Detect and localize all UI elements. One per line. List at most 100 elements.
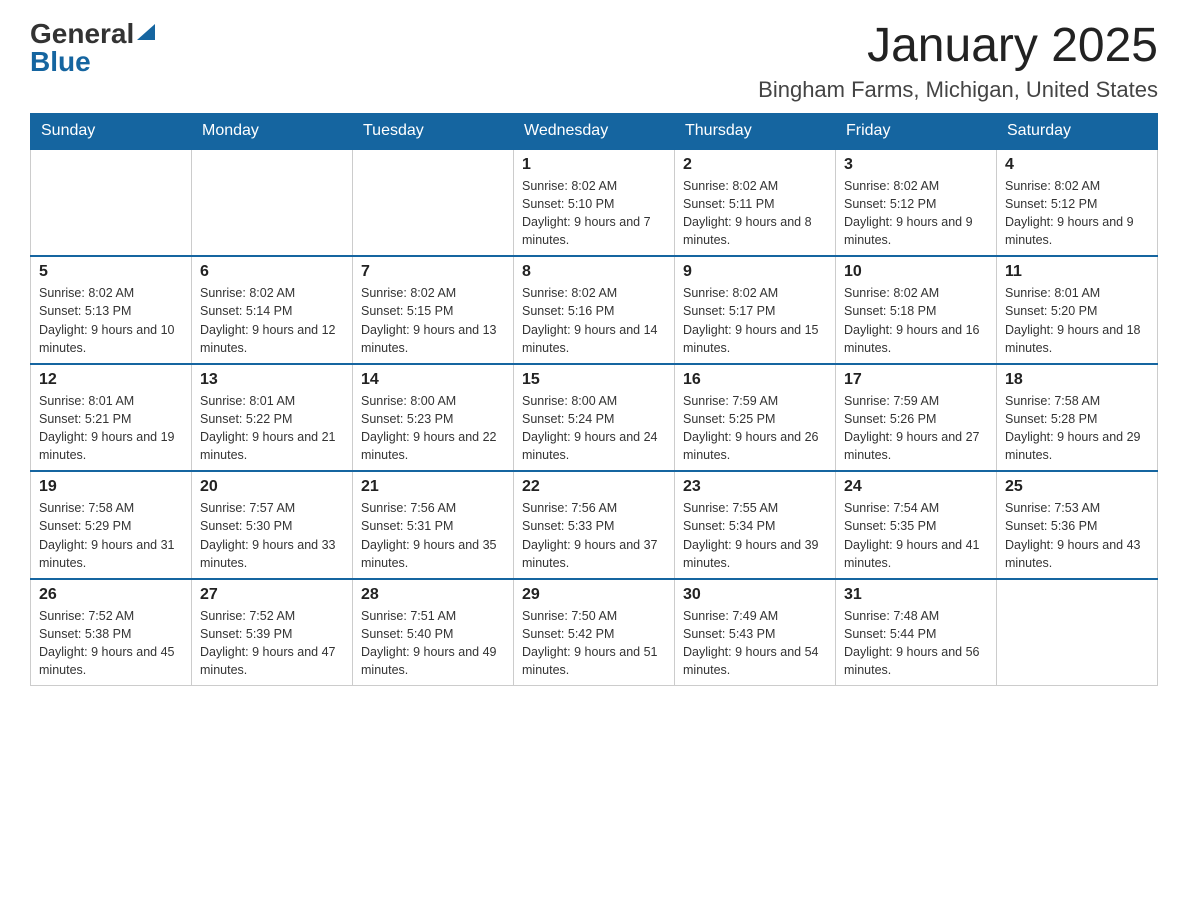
table-row: 10Sunrise: 8:02 AMSunset: 5:18 PMDayligh… — [836, 256, 997, 364]
table-row: 26 Sunrise: 7:52 AMSunset: 5:38 PMDayligh… — [31, 579, 192, 686]
col-saturday: Saturday — [997, 113, 1158, 149]
table-row: 12 Sunrise: 8:01 AMSunset: 5:21 PMDayligh… — [31, 364, 192, 472]
day-number: 20 — [200, 478, 344, 496]
table-row: 1 Sunrise: 8:02 AMSunset: 5:10 PMDaylight… — [514, 149, 675, 257]
day-number: 28 — [361, 586, 505, 604]
day-number: 24 — [844, 478, 988, 496]
day-info: Sunrise: 7:50 AMSunset: 5:42 PMDaylight:… — [522, 607, 666, 680]
table-row: 16 Sunrise: 7:59 AMSunset: 5:25 PMDayligh… — [675, 364, 836, 472]
col-wednesday: Wednesday — [514, 113, 675, 149]
day-number: 31 — [844, 586, 988, 604]
table-row: 21 Sunrise: 7:56 AMSunset: 5:31 PMDayligh… — [353, 471, 514, 579]
day-info: Sunrise: 8:01 AMSunset: 5:21 PMDaylight:… — [39, 392, 183, 465]
day-number: 1 — [522, 156, 666, 174]
table-row: 8 Sunrise: 8:02 AMSunset: 5:16 PMDaylight… — [514, 256, 675, 364]
day-info: Sunrise: 7:52 AMSunset: 5:38 PMDaylight:… — [39, 607, 183, 680]
table-row: 6Sunrise: 8:02 AMSunset: 5:14 PMDaylight… — [192, 256, 353, 364]
col-friday: Friday — [836, 113, 997, 149]
day-number: 11 — [1005, 263, 1149, 281]
day-number: 9 — [683, 263, 827, 281]
day-number: 8 — [522, 263, 666, 281]
table-row: 14 Sunrise: 8:00 AMSunset: 5:23 PMDayligh… — [353, 364, 514, 472]
table-row: 28Sunrise: 7:51 AMSunset: 5:40 PMDayligh… — [353, 579, 514, 686]
day-info: Sunrise: 8:02 AMSunset: 5:16 PMDaylight:… — [522, 284, 666, 357]
table-row: 25 Sunrise: 7:53 AMSunset: 5:36 PMDayligh… — [997, 471, 1158, 579]
table-row — [31, 149, 192, 257]
day-info: Sunrise: 7:55 AMSunset: 5:34 PMDaylight:… — [683, 499, 827, 572]
table-row: 19Sunrise: 7:58 AMSunset: 5:29 PMDayligh… — [31, 471, 192, 579]
table-row: 20 Sunrise: 7:57 AMSunset: 5:30 PMDayligh… — [192, 471, 353, 579]
day-number: 14 — [361, 371, 505, 389]
col-sunday: Sunday — [31, 113, 192, 149]
table-row: 24 Sunrise: 7:54 AMSunset: 5:35 PMDayligh… — [836, 471, 997, 579]
day-info: Sunrise: 8:02 AMSunset: 5:13 PMDaylight:… — [39, 284, 183, 357]
col-thursday: Thursday — [675, 113, 836, 149]
day-info: Sunrise: 7:57 AMSunset: 5:30 PMDaylight:… — [200, 499, 344, 572]
table-row: 23 Sunrise: 7:55 AMSunset: 5:34 PMDayligh… — [675, 471, 836, 579]
day-number: 17 — [844, 371, 988, 389]
table-row: 18Sunrise: 7:58 AMSunset: 5:28 PMDayligh… — [997, 364, 1158, 472]
day-number: 5 — [39, 263, 183, 281]
logo-triangle-icon — [137, 24, 155, 40]
table-row: 30 Sunrise: 7:49 AMSunset: 5:43 PMDayligh… — [675, 579, 836, 686]
day-info: Sunrise: 8:00 AMSunset: 5:23 PMDaylight:… — [361, 392, 505, 465]
location-title: Bingham Farms, Michigan, United States — [758, 77, 1158, 103]
table-row: 4Sunrise: 8:02 AMSunset: 5:12 PMDaylight… — [997, 149, 1158, 257]
table-row: 29 Sunrise: 7:50 AMSunset: 5:42 PMDayligh… — [514, 579, 675, 686]
day-number: 16 — [683, 371, 827, 389]
day-number: 2 — [683, 156, 827, 174]
table-row: 17 Sunrise: 7:59 AMSunset: 5:26 PMDayligh… — [836, 364, 997, 472]
day-info: Sunrise: 7:56 AMSunset: 5:33 PMDaylight:… — [522, 499, 666, 572]
day-number: 15 — [522, 371, 666, 389]
day-number: 27 — [200, 586, 344, 604]
table-row: 7Sunrise: 8:02 AMSunset: 5:15 PMDaylight… — [353, 256, 514, 364]
day-number: 10 — [844, 263, 988, 281]
day-info: Sunrise: 8:02 AMSunset: 5:14 PMDaylight:… — [200, 284, 344, 357]
day-info: Sunrise: 8:01 AMSunset: 5:22 PMDaylight:… — [200, 392, 344, 465]
day-number: 23 — [683, 478, 827, 496]
day-info: Sunrise: 8:02 AMSunset: 5:12 PMDaylight:… — [1005, 177, 1149, 250]
col-tuesday: Tuesday — [353, 113, 514, 149]
calendar-week-row: 5 Sunrise: 8:02 AMSunset: 5:13 PMDaylight… — [31, 256, 1158, 364]
table-row: 11 Sunrise: 8:01 AMSunset: 5:20 PMDayligh… — [997, 256, 1158, 364]
day-info: Sunrise: 8:02 AMSunset: 5:10 PMDaylight:… — [522, 177, 666, 250]
table-row — [192, 149, 353, 257]
day-number: 21 — [361, 478, 505, 496]
day-info: Sunrise: 7:53 AMSunset: 5:36 PMDaylight:… — [1005, 499, 1149, 572]
calendar-header-row: Sunday Monday Tuesday Wednesday Thursday… — [31, 113, 1158, 149]
day-info: Sunrise: 7:59 AMSunset: 5:26 PMDaylight:… — [844, 392, 988, 465]
day-info: Sunrise: 8:02 AMSunset: 5:12 PMDaylight:… — [844, 177, 988, 250]
table-row: 9 Sunrise: 8:02 AMSunset: 5:17 PMDaylight… — [675, 256, 836, 364]
day-info: Sunrise: 7:54 AMSunset: 5:35 PMDaylight:… — [844, 499, 988, 572]
table-row: 27 Sunrise: 7:52 AMSunset: 5:39 PMDayligh… — [192, 579, 353, 686]
calendar-week-row: 12 Sunrise: 8:01 AMSunset: 5:21 PMDayligh… — [31, 364, 1158, 472]
day-info: Sunrise: 8:02 AMSunset: 5:17 PMDaylight:… — [683, 284, 827, 357]
day-number: 29 — [522, 586, 666, 604]
day-number: 13 — [200, 371, 344, 389]
logo-general: General — [30, 20, 134, 48]
day-info: Sunrise: 7:49 AMSunset: 5:43 PMDaylight:… — [683, 607, 827, 680]
table-row: 13 Sunrise: 8:01 AMSunset: 5:22 PMDayligh… — [192, 364, 353, 472]
day-number: 26 — [39, 586, 183, 604]
day-number: 12 — [39, 371, 183, 389]
table-row: 15Sunrise: 8:00 AMSunset: 5:24 PMDayligh… — [514, 364, 675, 472]
day-info: Sunrise: 7:52 AMSunset: 5:39 PMDaylight:… — [200, 607, 344, 680]
day-number: 7 — [361, 263, 505, 281]
day-info: Sunrise: 7:59 AMSunset: 5:25 PMDaylight:… — [683, 392, 827, 465]
calendar-week-row: 26 Sunrise: 7:52 AMSunset: 5:38 PMDayligh… — [31, 579, 1158, 686]
col-monday: Monday — [192, 113, 353, 149]
day-number: 18 — [1005, 371, 1149, 389]
calendar-week-row: 19Sunrise: 7:58 AMSunset: 5:29 PMDayligh… — [31, 471, 1158, 579]
day-number: 19 — [39, 478, 183, 496]
day-number: 22 — [522, 478, 666, 496]
day-info: Sunrise: 8:02 AMSunset: 5:11 PMDaylight:… — [683, 177, 827, 250]
day-number: 25 — [1005, 478, 1149, 496]
month-title: January 2025 — [758, 20, 1158, 73]
table-row: 5 Sunrise: 8:02 AMSunset: 5:13 PMDaylight… — [31, 256, 192, 364]
day-number: 30 — [683, 586, 827, 604]
table-row — [997, 579, 1158, 686]
day-info: Sunrise: 7:56 AMSunset: 5:31 PMDaylight:… — [361, 499, 505, 572]
day-info: Sunrise: 8:01 AMSunset: 5:20 PMDaylight:… — [1005, 284, 1149, 357]
day-info: Sunrise: 7:48 AMSunset: 5:44 PMDaylight:… — [844, 607, 988, 680]
logo-blue: Blue — [30, 48, 91, 76]
